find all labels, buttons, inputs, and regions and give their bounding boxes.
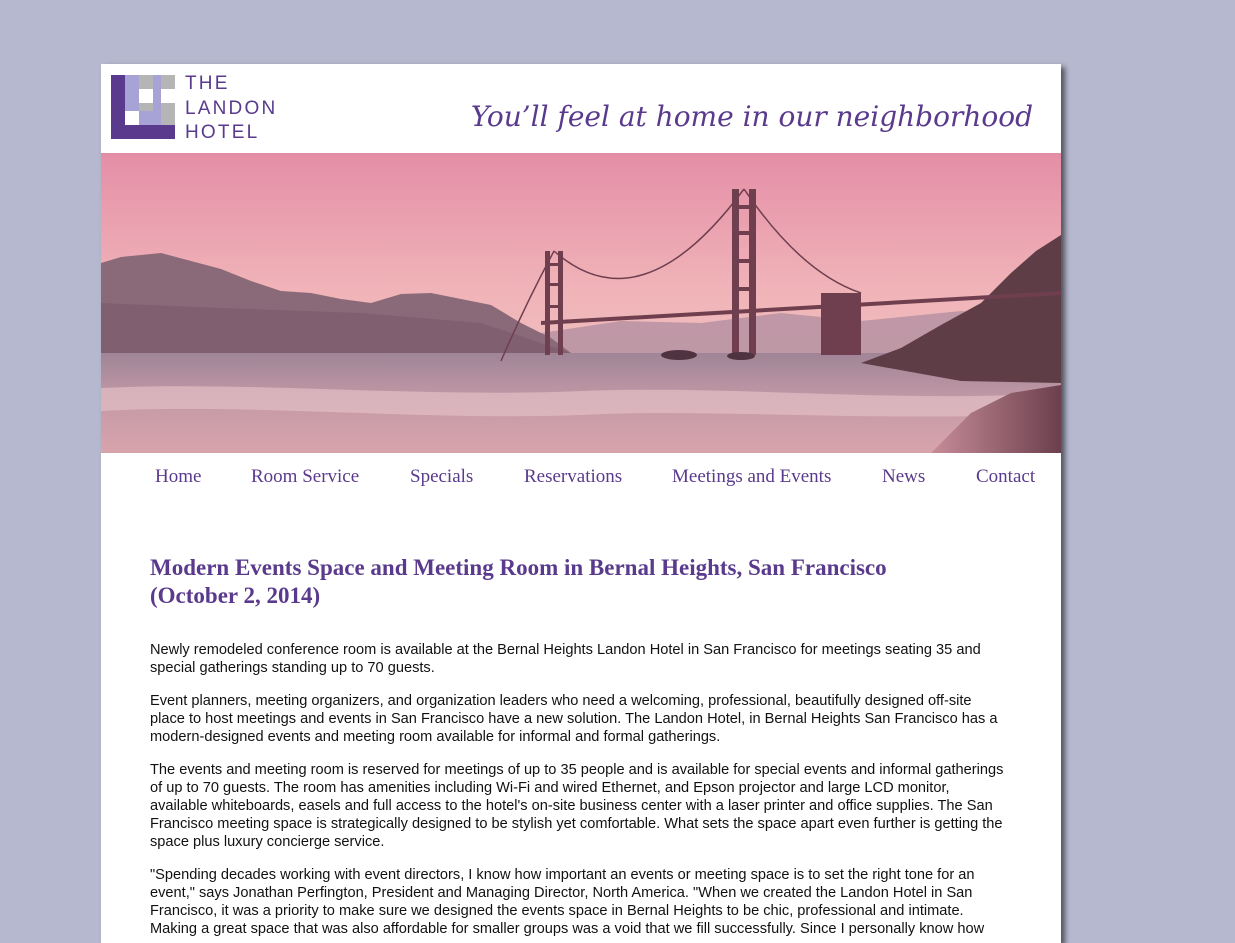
paragraph-line: Making a great space that was also affor…: [150, 921, 985, 937]
article-title-line: Modern Events Space and Meeting Room in …: [150, 555, 887, 580]
article-paragraph: Newly remodeled conference room is avail…: [150, 641, 1050, 677]
paragraph-line: Francisco, it was a priority to make sur…: [150, 903, 964, 919]
article-title: Modern Events Space and Meeting Room in …: [150, 554, 1050, 610]
main-nav: Home Room Service Specials Reservations …: [101, 453, 1061, 505]
paragraph-line: place to host meetings and events in San…: [150, 711, 998, 727]
hotel-logo-wordmark[interactable]: THE LANDON HOTEL: [185, 72, 277, 146]
site-header: THE LANDON HOTEL You’ll feel at home in …: [101, 64, 1061, 153]
paragraph-line: available whiteboards, easels and full a…: [150, 798, 993, 814]
paragraph-line: space plus luxury concierge service.: [150, 834, 385, 850]
paragraph-line: Francisco meeting space is strategically…: [150, 816, 1003, 832]
nav-specials[interactable]: Specials: [410, 466, 473, 488]
nav-news[interactable]: News: [882, 466, 925, 488]
nav-home[interactable]: Home: [155, 466, 201, 488]
paragraph-line: The events and meeting room is reserved …: [150, 762, 1004, 778]
tagline: You’ll feel at home in our neighborhood: [470, 100, 1033, 133]
nav-room-service[interactable]: Room Service: [251, 466, 359, 488]
logo-line: LANDON: [185, 97, 278, 119]
nav-reservations[interactable]: Reservations: [524, 466, 622, 488]
paragraph-line: modern-designed events and meeting room …: [150, 729, 721, 745]
article-paragraph: The events and meeting room is reserved …: [150, 761, 1050, 851]
hotel-logo-icon[interactable]: [111, 75, 175, 139]
nav-meetings-and-events[interactable]: Meetings and Events: [672, 466, 831, 488]
page-container: THE LANDON HOTEL You’ll feel at home in …: [101, 64, 1061, 943]
paragraph-line: Event planners, meeting organizers, and …: [150, 693, 972, 709]
paragraph-line: special gatherings standing up to 70 gue…: [150, 660, 435, 676]
article-date: (October 2, 2014): [150, 583, 321, 608]
article-paragraph: "Spending decades working with event dir…: [150, 866, 1050, 938]
paragraph-line: of up to 70 guests. The room has ameniti…: [150, 780, 950, 796]
logo-line: THE: [185, 73, 230, 94]
nav-contact[interactable]: Contact: [976, 466, 1035, 488]
paragraph-line: Newly remodeled conference room is avail…: [150, 642, 981, 658]
article-paragraph: Event planners, meeting organizers, and …: [150, 692, 1050, 746]
paragraph-line: "Spending decades working with event dir…: [150, 867, 975, 883]
hero-image: [101, 153, 1061, 453]
article: Modern Events Space and Meeting Room in …: [150, 554, 1050, 938]
logo-line: HOTEL: [185, 122, 260, 143]
paragraph-line: event," says Jonathan Perfington, Presid…: [150, 885, 973, 901]
